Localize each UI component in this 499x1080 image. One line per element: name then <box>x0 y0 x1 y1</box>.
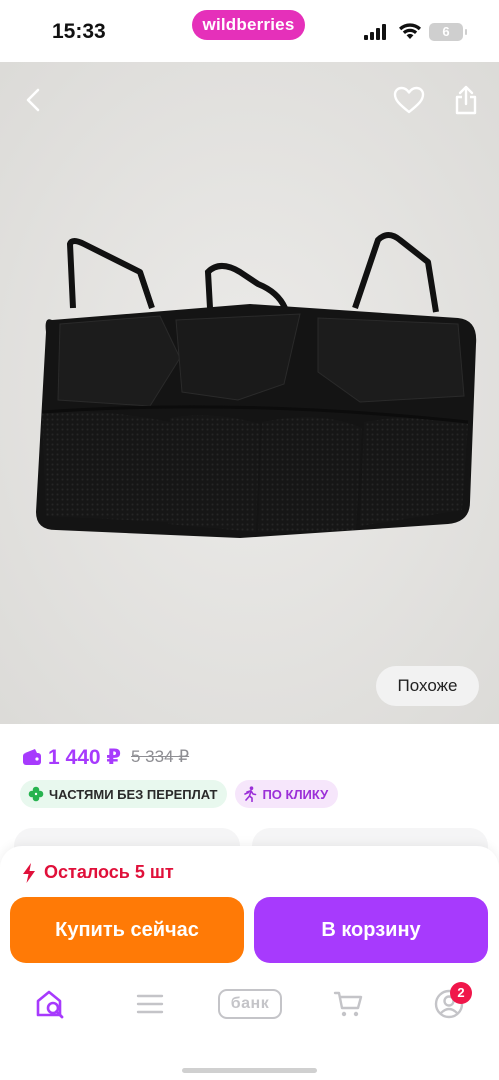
bank-icon: банк <box>218 989 282 1019</box>
wildberries-logo: wildberries <box>192 10 305 40</box>
battery-icon: 6 <box>429 23 467 41</box>
home-search-icon <box>36 990 64 1019</box>
add-to-cart-button[interactable]: В корзину <box>254 897 488 963</box>
promo-badges: ЧАСТЯМИ БЕЗ ПЕРЕПЛАТ ПО КЛИКУ <box>20 780 339 808</box>
back-button[interactable] <box>14 80 54 120</box>
product-photo[interactable]: Похоже <box>0 62 499 724</box>
product-image <box>0 62 499 724</box>
stock-text: Осталось 5 шт <box>44 862 174 882</box>
one-click-badge[interactable]: ПО КЛИКУ <box>235 780 339 808</box>
tab-profile[interactable]: 2 <box>424 982 474 1024</box>
stock-row: Осталось 5 шт <box>22 862 174 883</box>
lightning-icon <box>23 862 35 883</box>
signal-icon <box>364 24 390 40</box>
bank-label: банк <box>230 995 270 1012</box>
tab-home[interactable] <box>25 984 75 1024</box>
notification-badge: 2 <box>450 982 472 1004</box>
similar-button[interactable]: Похоже <box>376 666 479 706</box>
installment-badge[interactable]: ЧАСТЯМИ БЕЗ ПЕРЕПЛАТ <box>20 780 228 808</box>
price-row: 1 440 ₽ 5 334 ₽ <box>22 742 189 772</box>
purchase-sheet: Осталось 5 шт Купить сейчас В корзину ба… <box>0 846 499 1080</box>
menu-icon <box>136 994 164 1014</box>
old-price: 5 334 ₽ <box>131 747 190 766</box>
share-button[interactable] <box>446 80 486 120</box>
current-price: 1 440 ₽ <box>48 745 121 769</box>
buy-now-button[interactable]: Купить сейчас <box>10 897 244 963</box>
installment-badge-label: ЧАСТЯМИ БЕЗ ПЕРЕПЛАТ <box>49 786 218 802</box>
share-icon <box>455 85 477 115</box>
wallet-icon <box>23 749 41 765</box>
tab-bank[interactable]: банк <box>216 984 284 1024</box>
clover-icon <box>28 786 44 802</box>
tab-cart[interactable] <box>324 984 374 1024</box>
status-time: 15:33 <box>52 20 106 43</box>
running-person-icon <box>244 786 257 802</box>
home-indicator <box>182 1068 317 1073</box>
one-click-badge-label: ПО КЛИКУ <box>262 786 329 802</box>
wifi-icon <box>399 23 421 39</box>
cart-icon <box>333 991 363 1017</box>
tab-catalog[interactable] <box>125 984 175 1024</box>
tab-bar: банк 2 <box>0 974 499 1034</box>
back-arrow-icon <box>26 88 40 112</box>
status-bar: 15:33 wildberries 6 <box>0 0 499 62</box>
product-info: 1 440 ₽ 5 334 ₽ ЧАСТЯМИ БЕЗ ПЕРЕПЛАТ ПО … <box>0 724 499 844</box>
favorite-button[interactable] <box>389 80 429 120</box>
heart-icon <box>393 86 425 114</box>
